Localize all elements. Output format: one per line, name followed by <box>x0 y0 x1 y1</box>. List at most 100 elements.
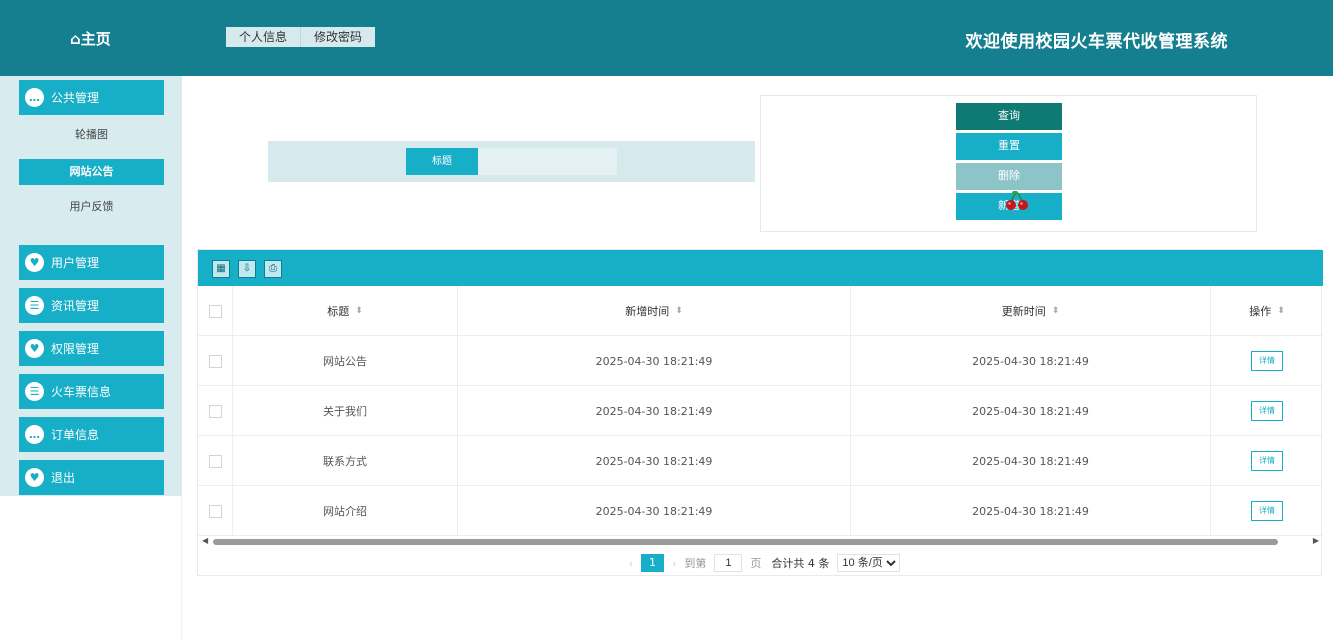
sidebar-item-label: 权限管理 <box>51 342 100 356</box>
sidebar-item-news[interactable]: ☰ 资讯管理 <box>19 288 164 323</box>
tab-change-password[interactable]: 修改密码 <box>301 27 375 47</box>
row-checkbox-cell <box>198 486 233 536</box>
top-tabs: 个人信息 修改密码 <box>226 27 376 47</box>
cell-actions: 详情 <box>1211 336 1323 386</box>
detail-button[interactable]: 详情 <box>1251 501 1283 521</box>
table-toolbar: ▦ ⇩ ⎙ <box>198 250 1323 286</box>
sort-icon: ⬍ <box>355 306 363 316</box>
page-size-select[interactable]: 10 条/页 <box>837 554 901 572</box>
pagination: ‹ 1 › 到第 页 合计共 4 条 10 条/页 <box>198 551 1323 575</box>
sidebar-item-label: 退出 <box>51 471 76 485</box>
sidebar-sub-carousel[interactable]: 轮播图 <box>19 122 164 148</box>
detail-button[interactable]: 详情 <box>1251 401 1283 421</box>
sort-icon: ⬍ <box>675 306 683 316</box>
title-search-input[interactable] <box>478 148 617 175</box>
page-1-button[interactable]: 1 <box>641 554 664 572</box>
home-label: 主页 <box>80 30 111 48</box>
row-checkbox[interactable] <box>208 354 222 368</box>
top-header: ⌂主页 个人信息 修改密码 欢迎使用校园火车票代收管理系统 <box>0 0 1333 76</box>
cell-actions: 详情 <box>1211 436 1323 486</box>
column-label: 标题 <box>327 305 350 318</box>
sidebar-item-orders[interactable]: … 订单信息 <box>19 417 164 452</box>
scrollbar-thumb[interactable] <box>213 539 1278 545</box>
sidebar: … 公共管理 轮播图 网站公告 用户反馈 ♥ 用户管理 ☰ 资讯管理 ♥ 权限管… <box>0 76 182 640</box>
select-all-checkbox[interactable] <box>208 304 222 318</box>
next-page-icon[interactable]: › <box>672 557 676 570</box>
column-label: 操作 <box>1249 305 1272 318</box>
cell-created: 2025-04-30 18:21:49 <box>458 386 851 436</box>
horizontal-scrollbar[interactable]: ◀ ▶ <box>198 536 1323 548</box>
search-field-label: 标题 <box>406 148 478 175</box>
chat-icon: … <box>25 88 44 107</box>
sidebar-item-users[interactable]: ♥ 用户管理 <box>19 245 164 280</box>
goto-page-input[interactable] <box>714 554 743 572</box>
cell-title: 联系方式 <box>233 436 458 486</box>
table-row: 网站介绍 2025-04-30 18:21:49 2025-04-30 18:2… <box>198 486 1323 536</box>
sidebar-item-permissions[interactable]: ♥ 权限管理 <box>19 331 164 366</box>
row-checkbox[interactable] <box>208 454 222 468</box>
column-actions[interactable]: 操作 ⬍ <box>1211 286 1323 336</box>
row-checkbox-cell <box>198 436 233 486</box>
row-checkbox[interactable] <box>208 404 222 418</box>
page-suffix: 页 <box>750 557 762 570</box>
sidebar-item-logout[interactable]: ♥ 退出 <box>19 460 164 495</box>
table-row: 网站公告 2025-04-30 18:21:49 2025-04-30 18:2… <box>198 336 1323 386</box>
sidebar-item-label: 火车票信息 <box>51 385 112 399</box>
list-icon: ☰ <box>25 296 44 315</box>
column-label: 新增时间 <box>625 305 670 318</box>
sidebar-item-label: 用户管理 <box>51 256 100 270</box>
goto-label: 到第 <box>684 557 707 570</box>
header-checkbox-cell <box>198 286 233 336</box>
sidebar-sub-feedback[interactable]: 用户反馈 <box>19 194 164 220</box>
cell-actions: 详情 <box>1211 386 1323 436</box>
home-icon: ⌂ <box>70 30 81 48</box>
table-row: 联系方式 2025-04-30 18:21:49 2025-04-30 18:2… <box>198 436 1323 486</box>
list-icon: ☰ <box>25 382 44 401</box>
row-checkbox-cell <box>198 386 233 436</box>
sidebar-item-tickets[interactable]: ☰ 火车票信息 <box>19 374 164 409</box>
sort-icon: ⬍ <box>1277 306 1285 316</box>
cell-updated: 2025-04-30 18:21:49 <box>851 486 1211 536</box>
chat-icon: … <box>25 425 44 444</box>
app-window: ⌂主页 个人信息 修改密码 欢迎使用校园火车票代收管理系统 … 公共管理 轮播图… <box>0 0 1333 640</box>
column-label: 更新时间 <box>1001 305 1046 318</box>
reset-button[interactable]: 重置 <box>956 133 1062 160</box>
cell-title: 网站介绍 <box>233 486 458 536</box>
home-link[interactable]: ⌂主页 <box>70 28 111 49</box>
heart-icon: ♥ <box>25 468 44 487</box>
column-updated[interactable]: 更新时间 ⬍ <box>851 286 1211 336</box>
cell-updated: 2025-04-30 18:21:49 <box>851 336 1211 386</box>
cell-created: 2025-04-30 18:21:49 <box>458 336 851 386</box>
prev-page-icon[interactable]: ‹ <box>629 557 633 570</box>
query-button[interactable]: 查询 <box>956 103 1062 130</box>
search-bar: 标题 <box>268 141 755 182</box>
scroll-left-icon[interactable]: ◀ <box>202 536 208 545</box>
total-count: 合计共 4 条 <box>771 557 830 570</box>
sidebar-sub-announcement[interactable]: 网站公告 <box>19 159 164 185</box>
scroll-right-icon[interactable]: ▶ <box>1313 536 1319 545</box>
row-checkbox-cell <box>198 336 233 386</box>
export-icon[interactable]: ⇩ <box>238 260 256 278</box>
delete-button[interactable]: 删除 <box>956 163 1062 190</box>
tab-profile[interactable]: 个人信息 <box>226 27 302 47</box>
cell-actions: 详情 <box>1211 486 1323 536</box>
sidebar-item-label: 公共管理 <box>51 91 100 105</box>
system-title: 欢迎使用校园火车票代收管理系统 <box>965 32 1228 52</box>
row-checkbox[interactable] <box>208 504 222 518</box>
detail-button[interactable]: 详情 <box>1251 451 1283 471</box>
print-icon[interactable]: ⎙ <box>264 260 282 278</box>
detail-button[interactable]: 详情 <box>1251 351 1283 371</box>
sidebar-item-public[interactable]: … 公共管理 <box>19 80 164 115</box>
column-title[interactable]: 标题 ⬍ <box>233 286 458 336</box>
cell-title: 网站公告 <box>233 336 458 386</box>
cell-updated: 2025-04-30 18:21:49 <box>851 436 1211 486</box>
sidebar-item-label: 订单信息 <box>51 428 100 442</box>
column-created[interactable]: 新增时间 ⬍ <box>458 286 851 336</box>
cell-title: 关于我们 <box>233 386 458 436</box>
action-panel: 查询 重置 删除 新增 <box>760 95 1257 232</box>
sidebar-item-label: 资讯管理 <box>51 299 100 313</box>
table-header: 标题 ⬍ 新增时间 ⬍ 更新时间 ⬍ 操作 ⬍ <box>198 286 1323 336</box>
add-button[interactable]: 新增 <box>956 193 1062 220</box>
data-table: ▦ ⇩ ⎙ 标题 ⬍ 新增时间 ⬍ 更新时间 ⬍ 操作 ⬍ 网站公告 2025-04-3… <box>197 249 1323 576</box>
columns-icon[interactable]: ▦ <box>212 260 230 278</box>
